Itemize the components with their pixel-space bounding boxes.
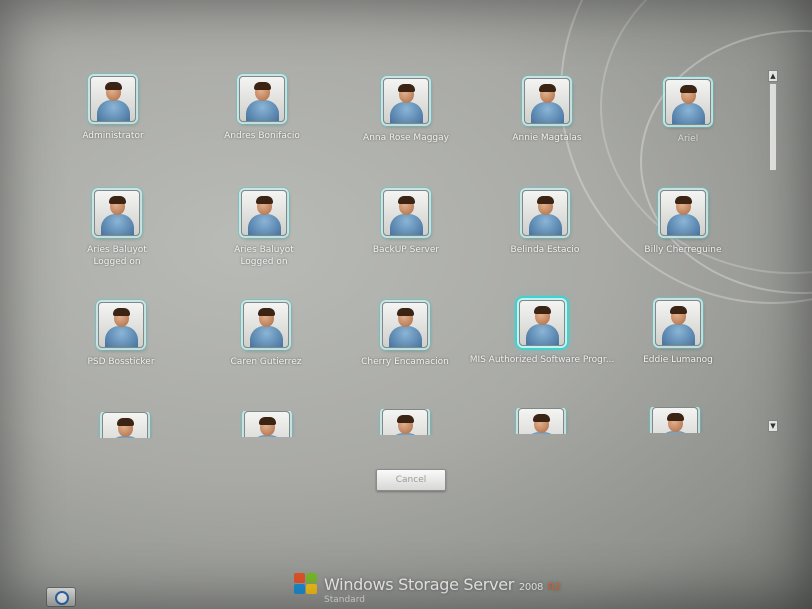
user-tile-partial[interactable] [330, 409, 480, 435]
user-status: Logged on [240, 257, 288, 267]
scrollbar-thumb[interactable] [769, 83, 777, 171]
user-name: Ariel [677, 134, 699, 144]
user-name: Eddie Lumanog [643, 355, 713, 365]
user-tile[interactable]: Andres Bonifacio [187, 76, 337, 142]
user-avatar-icon [660, 190, 706, 236]
product-name: Windows Storage Server 2008 R2 [324, 575, 561, 594]
user-tile[interactable]: BackUP Server [331, 190, 481, 256]
user-avatar-icon [655, 300, 701, 346]
user-tile-partial[interactable] [466, 408, 616, 434]
user-tile[interactable]: Annie Magtalas [472, 78, 622, 144]
user-avatar-icon [519, 300, 565, 346]
user-name: Cherry Encamacion [361, 357, 449, 367]
user-name: PSD Bossticker [87, 357, 155, 367]
user-avatar-icon [518, 408, 564, 434]
user-avatar-icon [524, 78, 570, 124]
user-avatar-icon [382, 409, 428, 435]
scroll-down-icon[interactable]: ▼ [768, 420, 778, 432]
user-tile-partial[interactable] [600, 407, 750, 433]
user-name: Aries Baluyot [87, 245, 147, 255]
ease-of-access-icon [55, 591, 69, 605]
user-avatar-icon [244, 411, 290, 437]
user-status: Logged on [93, 257, 141, 267]
user-name: Belinda Estacio [510, 245, 580, 255]
ease-of-access-button[interactable] [46, 587, 76, 607]
user-avatar-icon [239, 76, 285, 122]
user-tile[interactable]: Anna Rose Maggay [331, 78, 481, 144]
scroll-up-icon[interactable]: ▲ [768, 70, 778, 82]
user-avatar-icon [665, 79, 711, 125]
user-tile[interactable]: PSD Bossticker [46, 302, 196, 368]
user-name: Anna Rose Maggay [363, 133, 449, 143]
user-name: Caren Gutierrez [230, 357, 302, 367]
product-edition: Standard [324, 595, 365, 605]
user-tile-grid: Administrator Andres Bonifacio Anna Rose… [0, 0, 812, 609]
user-avatar-icon [94, 190, 140, 236]
user-avatar-icon [102, 412, 148, 438]
user-name: Administrator [82, 131, 144, 141]
user-avatar-icon [243, 302, 289, 348]
user-avatar-icon [90, 76, 136, 122]
user-tile-partial[interactable] [50, 412, 200, 438]
user-tile[interactable]: Eddie Lumanog [603, 300, 753, 366]
user-name: Annie Magtalas [512, 133, 582, 143]
user-name: MIS Authorized Software Progr... [469, 355, 615, 365]
user-tile-partial[interactable] [192, 411, 342, 437]
user-avatar-icon [383, 78, 429, 124]
user-name: BackUP Server [372, 245, 440, 255]
user-tile[interactable]: Belinda Estacio [470, 190, 620, 256]
user-avatar-icon [522, 190, 568, 236]
user-tile[interactable]: Aries Baluyot Logged on [42, 190, 192, 268]
user-tile[interactable]: Caren Gutierrez [191, 302, 341, 368]
user-tile-selected[interactable]: MIS Authorized Software Progr... [467, 300, 617, 366]
user-avatar-icon [652, 407, 698, 433]
user-tile[interactable]: Aries Baluyot Logged on [189, 190, 339, 268]
user-tile[interactable]: Billy Cherreguine [608, 190, 758, 256]
user-tile[interactable]: Cherry Encamacion [330, 302, 480, 368]
user-name: Billy Cherreguine [644, 245, 722, 255]
user-name: Aries Baluyot [234, 245, 294, 255]
product-title: Windows Storage Server [324, 575, 515, 594]
windows-flag-icon [294, 573, 318, 595]
cancel-button[interactable]: Cancel [376, 469, 446, 491]
user-tile[interactable]: Ariel [613, 79, 763, 145]
user-list-scrollbar[interactable]: ▲ ▼ [766, 70, 780, 435]
user-name: Andres Bonifacio [224, 131, 300, 141]
user-tile[interactable]: Administrator [38, 76, 188, 142]
product-version: 2008 [518, 582, 544, 593]
user-avatar-icon [383, 190, 429, 236]
user-avatar-icon [241, 190, 287, 236]
product-suffix: R2 [547, 582, 561, 593]
user-avatar-icon [98, 302, 144, 348]
user-avatar-icon [382, 302, 428, 348]
